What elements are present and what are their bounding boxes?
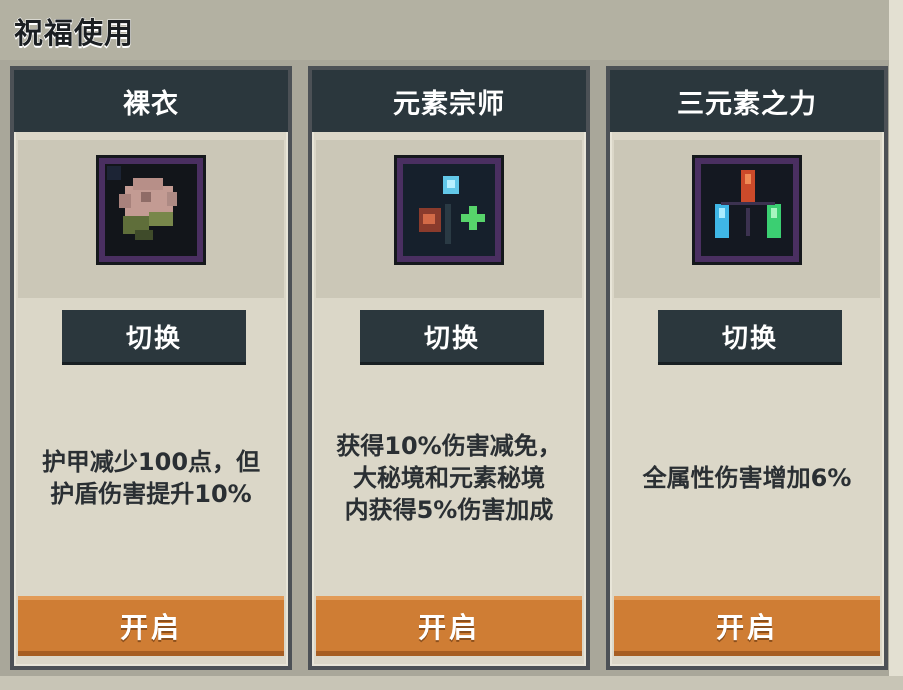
card-title: 三元素之力 — [677, 88, 817, 120]
icon-well — [18, 140, 284, 298]
description-line: 全属性伤害增加6% — [642, 464, 852, 492]
open-button-label: 开启 — [417, 610, 480, 644]
right-edge — [889, 60, 903, 690]
blessing-card-3: 三元素之力 切换 全属性伤害增加6% 开启 — [606, 66, 888, 670]
description-line: 护甲减少100点，但 — [41, 448, 261, 476]
icon-well — [316, 140, 582, 298]
open-button-label: 开启 — [715, 610, 778, 644]
three-crystals-icon — [695, 158, 799, 262]
card-description: 护甲减少100点，但 护盾伤害提升10% — [14, 398, 288, 558]
card-description: 全属性伤害增加6% — [610, 398, 884, 558]
switch-button[interactable]: 切换 — [658, 310, 842, 362]
switch-button-label: 切换 — [125, 323, 182, 354]
open-button[interactable]: 开启 — [18, 596, 284, 656]
description-line: 内获得5%伤害加成 — [344, 496, 554, 524]
switch-button[interactable]: 切换 — [62, 310, 246, 362]
blessing-card-2: 元素宗师 切换 获得10%伤害减免， 大秘境和元素秘境 内获得5%伤害加成 开启 — [308, 66, 590, 670]
card-title: 元素宗师 — [393, 88, 505, 120]
card-header: 元素宗师 — [312, 70, 586, 132]
element-gems-icon — [397, 158, 501, 262]
switch-button-label: 切换 — [423, 323, 480, 354]
open-button[interactable]: 开启 — [614, 596, 880, 656]
card-description: 获得10%伤害减免， 大秘境和元素秘境 内获得5%伤害加成 — [312, 398, 586, 558]
blessing-card-1: 裸衣 切换 护甲减少100点，但 护盾伤害提升10% 开启 — [10, 66, 292, 670]
card-title: 裸衣 — [123, 88, 179, 120]
pink-flower-icon — [99, 158, 203, 262]
icon-well — [614, 140, 880, 298]
card-header: 三元素之力 — [610, 70, 884, 132]
card-header: 裸衣 — [14, 70, 288, 132]
description-line: 大秘境和元素秘境 — [352, 464, 545, 492]
bottom-strip — [0, 676, 903, 690]
switch-button[interactable]: 切换 — [360, 310, 544, 362]
description-line: 护盾伤害提升10% — [50, 480, 252, 508]
description-line: 获得10%伤害减免， — [336, 432, 562, 460]
switch-button-label: 切换 — [721, 323, 778, 354]
open-button[interactable]: 开启 — [316, 596, 582, 656]
header-bar: 祝福使用 — [0, 0, 903, 60]
page-title: 祝福使用 — [13, 16, 135, 51]
open-button-label: 开启 — [119, 610, 182, 644]
